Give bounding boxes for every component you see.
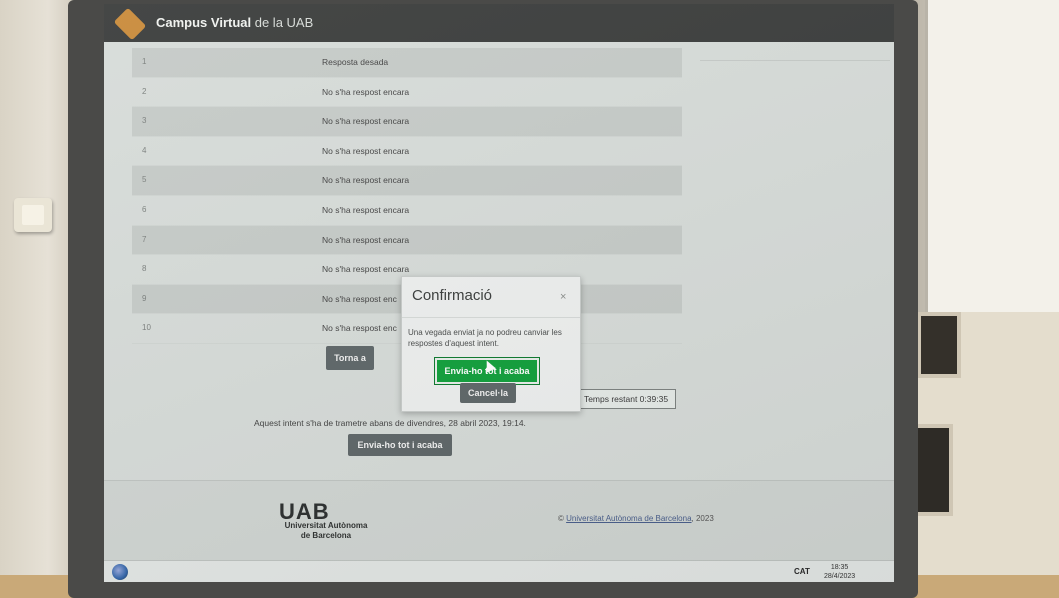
table-row[interactable]: 4 No s'ha respost encara <box>132 137 682 167</box>
close-icon[interactable]: × <box>560 291 566 303</box>
question-number: 4 <box>142 145 147 155</box>
page-footer: UAB Universitat Autònoma de Barcelona © U… <box>104 480 894 561</box>
question-number: 5 <box>142 175 147 185</box>
dialog-title: Confirmació <box>412 287 493 304</box>
confirmation-dialog: Confirmació × Una vegada enviat ja no po… <box>401 276 581 412</box>
question-number: 9 <box>142 293 147 303</box>
question-number: 8 <box>142 264 147 274</box>
submit-all-button[interactable]: Envia-ho tot i acaba <box>348 434 452 456</box>
site-header: Campus Virtual de la UAB <box>104 4 894 42</box>
door-window-bottom <box>913 424 953 516</box>
system-clock[interactable]: 18:35 28/4/2023 <box>824 563 855 581</box>
question-status: No s'ha respost encara <box>322 116 410 127</box>
question-status: No s'ha respost enc <box>322 323 397 334</box>
taskbar: CAT 18:35 28/4/2023 <box>104 560 894 582</box>
door <box>905 312 1059 598</box>
question-status: No s'ha respost encara <box>322 175 410 186</box>
question-status: Resposta desada <box>322 57 389 67</box>
question-number: 7 <box>142 234 147 244</box>
university-link[interactable]: Universitat Autònoma de Barcelona <box>566 514 691 523</box>
whiteboard <box>925 0 1059 316</box>
deadline-text: Aquest intent s'ha de trametre abans de … <box>254 418 526 428</box>
question-status: No s'ha respost encara <box>322 264 410 275</box>
question-number: 1 <box>142 57 147 66</box>
question-status: No s'ha respost encara <box>322 234 410 245</box>
table-row[interactable]: 5 No s'ha respost encara <box>132 166 682 196</box>
start-button-icon[interactable] <box>112 564 128 580</box>
question-number: 3 <box>142 116 147 126</box>
question-status: No s'ha respost encara <box>322 204 410 215</box>
copyright: © Universitat Autònoma de Barcelona, 202… <box>558 514 714 523</box>
campus-logo-icon[interactable] <box>113 7 147 41</box>
table-row[interactable]: 3 No s'ha respost encara <box>132 107 682 137</box>
question-number: 2 <box>142 86 147 96</box>
table-row[interactable]: 1 Resposta desada <box>132 48 682 78</box>
question-number: 10 <box>142 323 151 333</box>
table-row[interactable]: 2 No s'ha respost encara <box>132 78 682 108</box>
university-name: Universitat Autònoma de Barcelona <box>284 521 368 540</box>
table-row[interactable]: 6 No s'ha respost encara <box>132 196 682 226</box>
door-window-top <box>917 312 961 378</box>
dialog-message: Una vegada enviat ja no podreu canviar l… <box>408 328 562 348</box>
table-row[interactable]: 7 No s'ha respost encara <box>132 225 682 256</box>
question-number: 6 <box>142 204 147 214</box>
language-indicator[interactable]: CAT <box>794 567 810 576</box>
site-title[interactable]: Campus Virtual de la UAB <box>156 15 313 30</box>
time-remaining: Temps restant 0:39:35 <box>576 389 676 409</box>
monitor-bezel: Campus Virtual de la UAB 1 Resposta desad… <box>68 0 918 598</box>
question-status: No s'ha respost encara <box>322 145 410 156</box>
divider <box>402 317 580 318</box>
screen: Campus Virtual de la UAB 1 Resposta desad… <box>104 4 894 582</box>
cancel-button[interactable]: Cancel·la <box>460 383 516 403</box>
sidebar-block <box>700 42 890 61</box>
question-status: No s'ha respost enc <box>322 293 397 304</box>
question-status: No s'ha respost encara <box>322 86 410 97</box>
return-to-attempt-button[interactable]: Torna a <box>326 346 374 370</box>
light-switch <box>14 198 52 232</box>
